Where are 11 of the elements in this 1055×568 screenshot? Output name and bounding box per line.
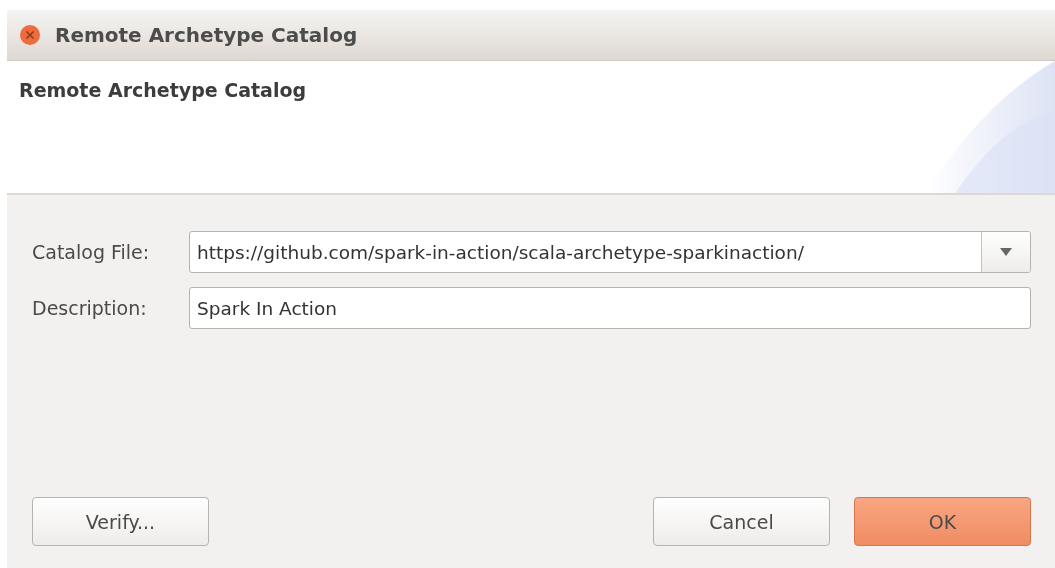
description-field[interactable]: Spark In Action (189, 287, 1031, 329)
window-title: Remote Archetype Catalog (55, 23, 358, 47)
cancel-button[interactable]: Cancel (653, 497, 830, 546)
verify-button[interactable]: Verify... (32, 497, 209, 546)
header-title: Remote Archetype Catalog (19, 79, 307, 101)
close-icon[interactable] (19, 24, 41, 46)
dropdown-arrow-icon[interactable] (1000, 248, 1012, 256)
ok-button[interactable]: OK (854, 497, 1031, 546)
field-label: Description: (32, 297, 148, 319)
field-label: Catalog File: (32, 241, 151, 263)
catalog-combo-box[interactable]: https://github.com/spark-in-action/scala-archetype-sparkinaction/ (189, 231, 1031, 273)
